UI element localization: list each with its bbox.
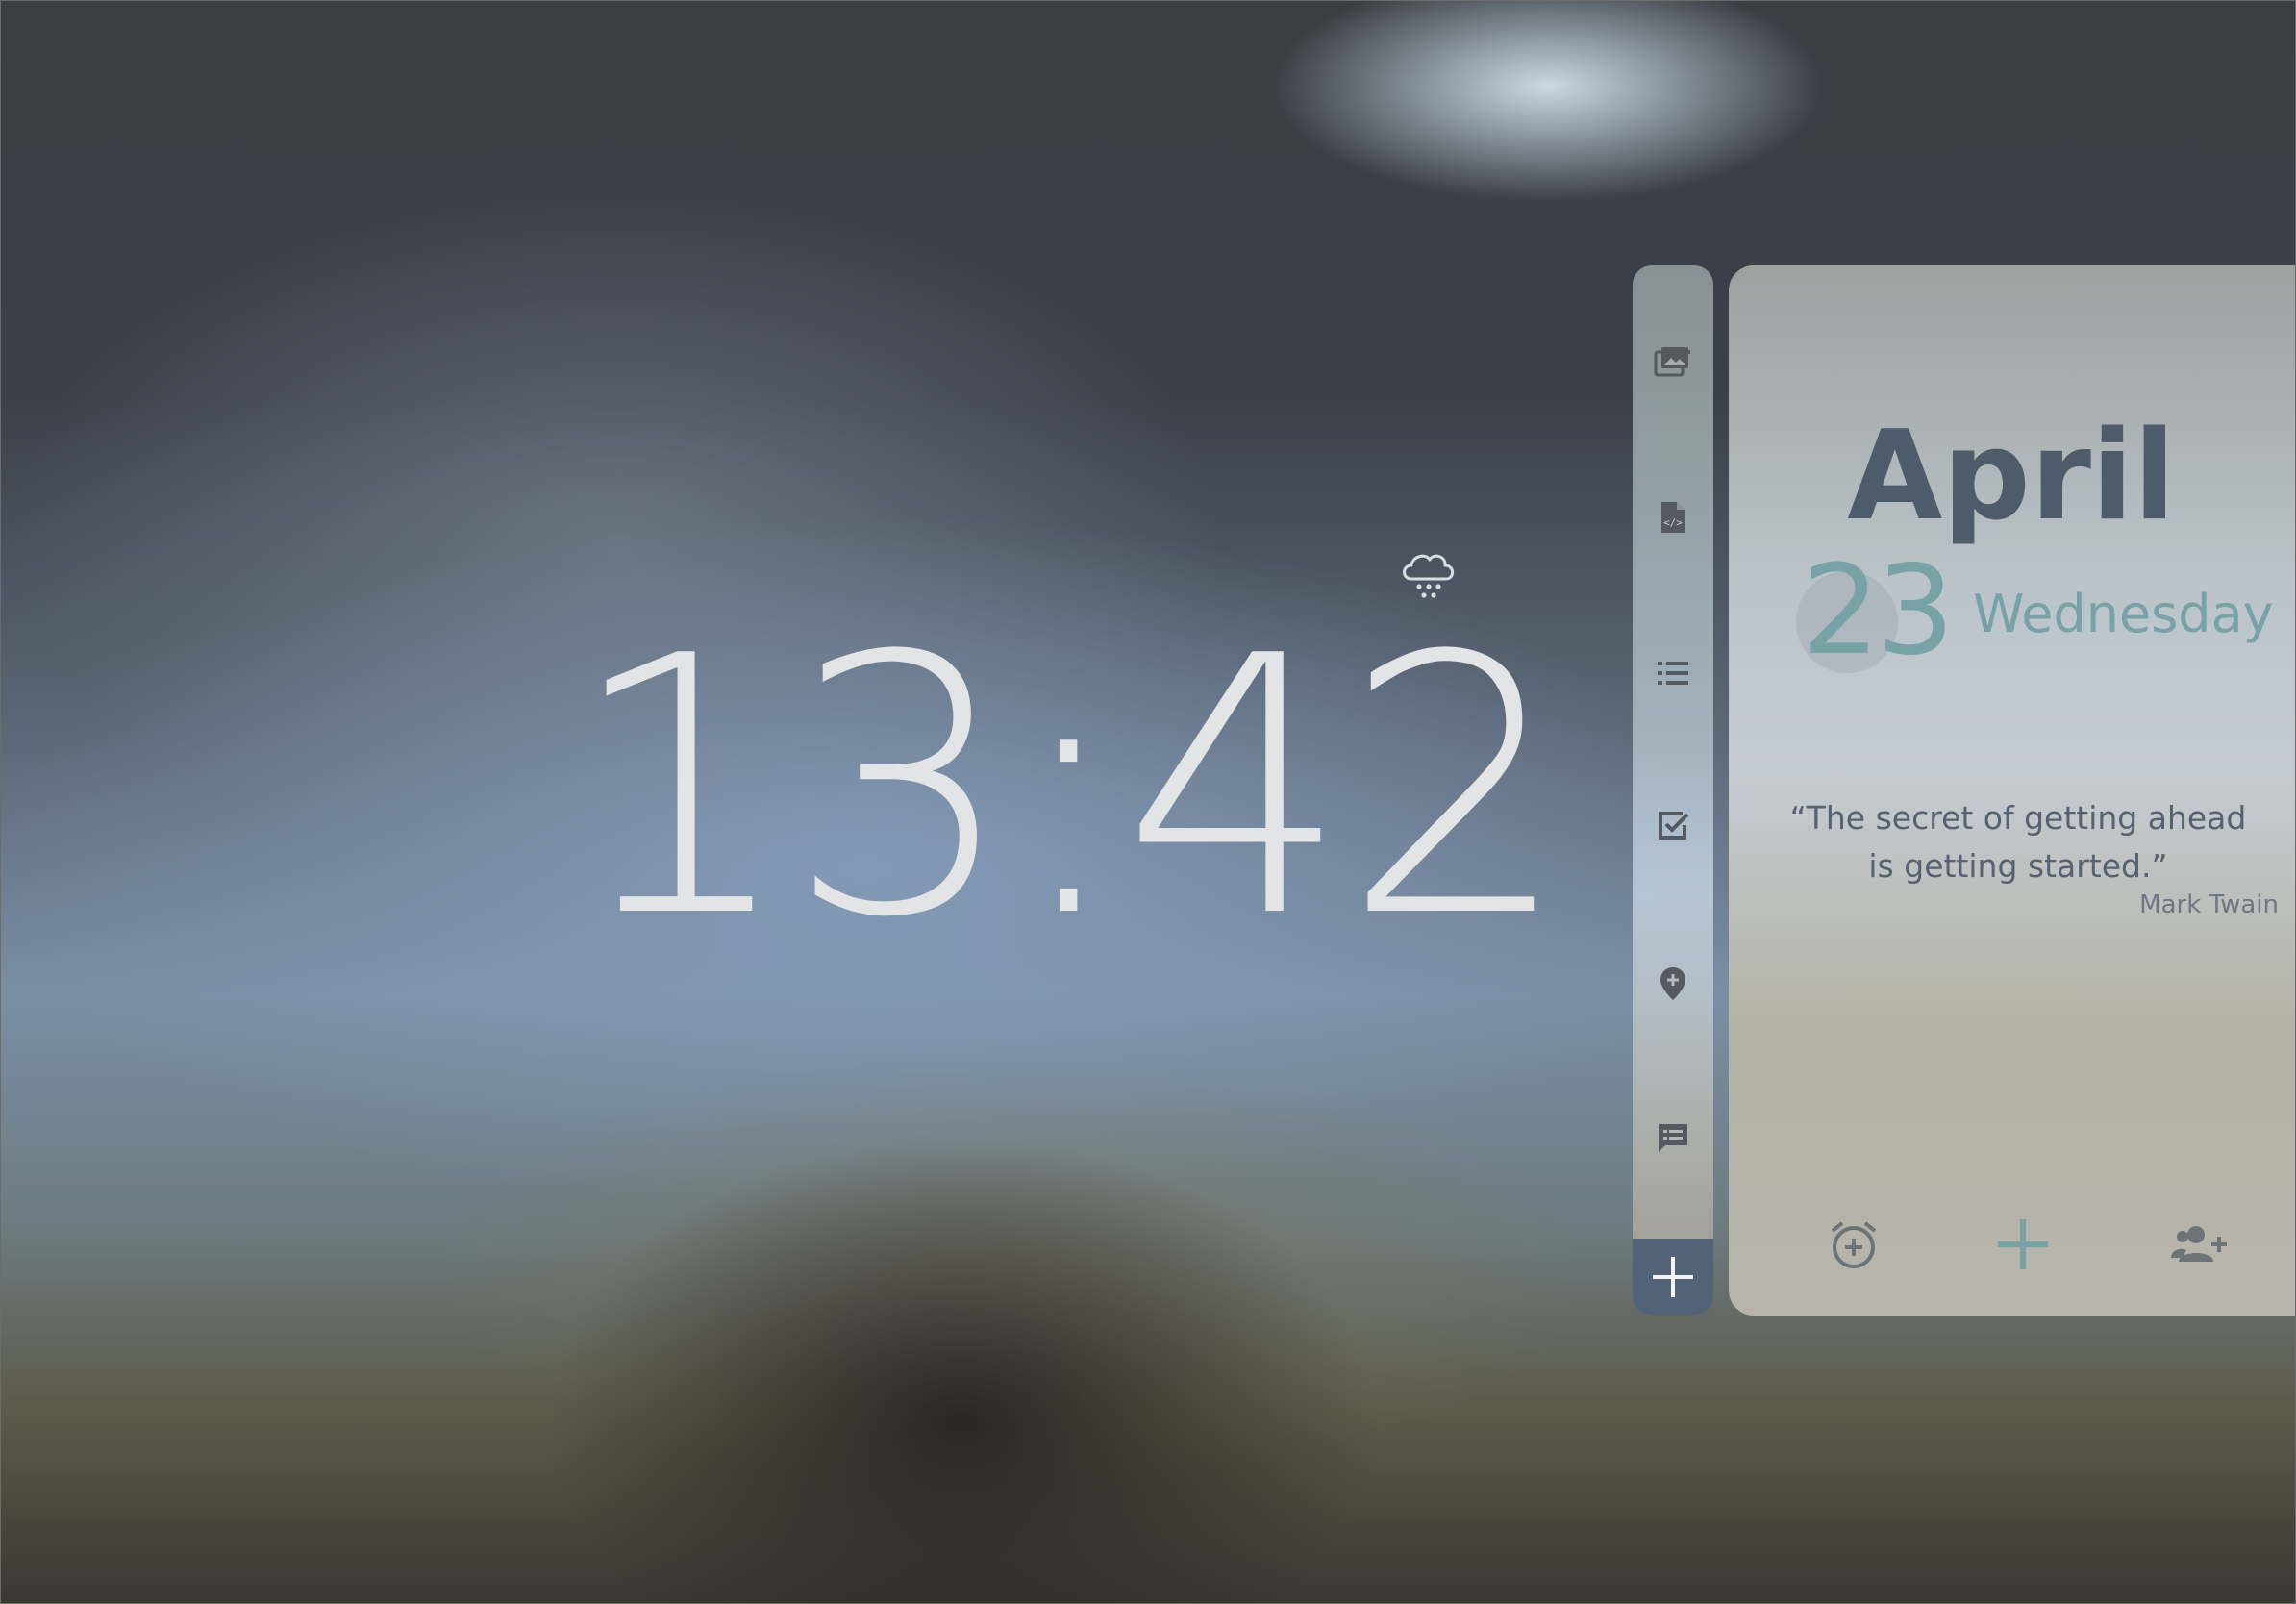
add-location-icon[interactable] — [1654, 965, 1692, 1003]
gallery-icon[interactable] — [1654, 342, 1692, 381]
add-person-icon — [2171, 1226, 2227, 1262]
add-alarm-button[interactable] — [1823, 1214, 1884, 1275]
message-icon[interactable] — [1654, 1119, 1692, 1158]
calendar-month: April — [1847, 405, 2176, 548]
calendar-day: 23 — [1802, 539, 1955, 683]
quote-text: “The secret of getting ahead is getting … — [1789, 799, 2247, 885]
clock-time: 13:42 — [567, 582, 1569, 995]
add-alarm-icon — [1831, 1221, 1877, 1268]
quote-author: Mark Twain — [2139, 890, 2279, 919]
checkbox-icon[interactable] — [1654, 806, 1692, 844]
add-person-button[interactable] — [2167, 1214, 2229, 1275]
svg-text:</>: </> — [1663, 516, 1683, 529]
plus-icon — [1653, 1257, 1693, 1297]
plus-icon — [1998, 1219, 2048, 1269]
calendar-weekday: Wednesday — [1973, 584, 2274, 644]
calendar-panel: April 23 Wednesday “The secret of gettin… — [1729, 265, 2296, 1316]
snow-cloud-icon[interactable] — [1394, 540, 1463, 610]
sidebar: </> — [1633, 265, 1713, 1316]
add-button[interactable] — [1992, 1214, 2054, 1275]
code-file-icon[interactable]: </> — [1654, 498, 1692, 537]
sidebar-add-button[interactable] — [1633, 1239, 1713, 1316]
list-icon[interactable] — [1654, 654, 1692, 692]
